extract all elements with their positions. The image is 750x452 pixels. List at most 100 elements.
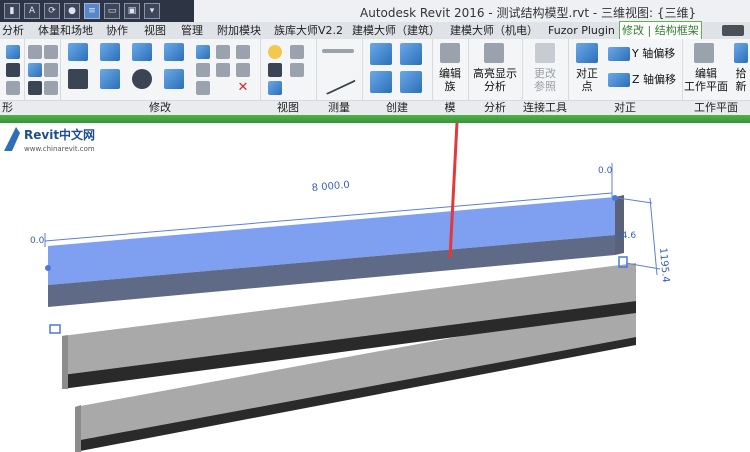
edit-family-button[interactable]: 编辑 族 bbox=[438, 67, 462, 93]
tab-addins[interactable]: 附加模块 bbox=[217, 22, 261, 39]
justification-point-icon[interactable] bbox=[576, 43, 598, 63]
logo-brand: Revit中文网 bbox=[24, 127, 95, 142]
dimension-height-text: 1195.4 bbox=[657, 247, 671, 283]
title-bar: ▮ A ⟳ ● ≡ ▭ ▣ ▾ Autodesk Revit 2016 - 测试… bbox=[0, 0, 750, 23]
mirror-pick-axis-icon[interactable] bbox=[132, 43, 152, 61]
tab-view[interactable]: 视图 bbox=[144, 22, 166, 39]
group-label-mode: 模 bbox=[432, 100, 468, 115]
group-label-view: 视图 bbox=[260, 100, 316, 115]
create-similar-icon[interactable] bbox=[400, 71, 422, 93]
paint-icon[interactable] bbox=[28, 81, 42, 95]
lightbulb-icon[interactable] bbox=[268, 45, 282, 59]
beam-end-grip-right[interactable] bbox=[612, 195, 618, 201]
change-reference-button: 更改 参照 bbox=[534, 67, 556, 93]
select-box-icon[interactable] bbox=[268, 81, 282, 95]
linework-icon[interactable] bbox=[268, 63, 282, 77]
3d-viewport[interactable]: 8 000.0 1195.4 0.0 0.0 54.6 Revit中文网 www… bbox=[0, 123, 750, 452]
tab-modeling-master-arch[interactable]: 建模大师（建筑） bbox=[352, 22, 440, 39]
wall-join-icon[interactable] bbox=[44, 45, 58, 59]
tab-massing-site[interactable]: 体量和场地 bbox=[38, 22, 93, 39]
array-icon[interactable] bbox=[196, 63, 210, 77]
split-face-icon[interactable] bbox=[28, 63, 42, 77]
aligned-dimension-icon[interactable] bbox=[320, 66, 356, 96]
unpin-icon[interactable] bbox=[216, 63, 230, 77]
demolish-icon[interactable] bbox=[44, 81, 58, 95]
open-icon[interactable]: ▮ bbox=[4, 3, 20, 19]
z-offset-icon[interactable] bbox=[608, 73, 630, 87]
cope-icon[interactable] bbox=[28, 45, 42, 59]
quick-access-toolbar: ▮ A ⟳ ● ≡ ▭ ▣ ▾ bbox=[0, 0, 194, 22]
logo-url: www.chinarevit.com bbox=[24, 145, 95, 153]
group-label-connection-tools: 连接工具 bbox=[522, 100, 568, 115]
delete-icon[interactable]: ✕ bbox=[236, 81, 250, 95]
align-icon[interactable] bbox=[68, 43, 88, 61]
tab-analyze[interactable]: 分析 bbox=[2, 22, 24, 39]
override-graphics-icon[interactable] bbox=[290, 63, 304, 77]
pick-new-icon[interactable] bbox=[734, 43, 748, 63]
create-group-icon[interactable] bbox=[370, 71, 392, 93]
scale-icon[interactable] bbox=[196, 81, 210, 95]
split-icon[interactable] bbox=[196, 45, 210, 59]
beam-end-grip-left[interactable] bbox=[45, 265, 51, 271]
edit-family-icon[interactable] bbox=[440, 43, 460, 63]
offset-mid-text: 54.6 bbox=[616, 231, 636, 241]
group-geometry bbox=[24, 39, 61, 115]
offset-right-text: 0.0 bbox=[598, 166, 613, 176]
group-label-justification: 对正 bbox=[568, 100, 682, 115]
pick-new-button[interactable]: 拾 新 bbox=[734, 67, 748, 93]
tab-modeling-master-mep[interactable]: 建模大师（机电） bbox=[450, 22, 538, 39]
tab-modify-structural-framing[interactable]: 修改 | 结构框架 bbox=[619, 21, 702, 39]
contextual-panel-bar bbox=[0, 115, 750, 123]
tab-collaborate[interactable]: 协作 bbox=[106, 22, 128, 39]
move-icon[interactable] bbox=[68, 69, 88, 89]
tab-active-label: 修改 | 结构框架 bbox=[622, 24, 699, 37]
z-offset-button[interactable]: Z 轴偏移 bbox=[632, 73, 676, 86]
tab-family-master[interactable]: 族库大师V2.2 bbox=[274, 22, 343, 39]
trim-extend-icon[interactable] bbox=[164, 69, 184, 89]
group-view: 视图 bbox=[260, 39, 317, 115]
paste-icon[interactable] bbox=[6, 45, 20, 59]
group-label-modify: 修改 bbox=[60, 100, 260, 115]
y-offset-icon[interactable] bbox=[608, 47, 630, 61]
offset-left-text: 0.0 bbox=[30, 236, 45, 246]
group-label-measure: 测量 bbox=[316, 100, 362, 115]
y-offset-button[interactable]: Y 轴偏移 bbox=[632, 47, 675, 60]
trim-icon[interactable] bbox=[236, 63, 250, 77]
group-label-workplane: 工作平面 bbox=[682, 100, 750, 115]
cut-geometry-icon[interactable] bbox=[44, 63, 58, 77]
tab-fuzor-plugin[interactable]: Fuzor Plugin bbox=[548, 22, 615, 39]
mirror-draw-axis-icon[interactable] bbox=[164, 43, 184, 61]
group-label-analysis: 分析 bbox=[468, 100, 522, 115]
drag-handle-left[interactable] bbox=[49, 324, 61, 334]
measure-distance-icon[interactable] bbox=[322, 49, 354, 53]
copy-icon[interactable] bbox=[100, 69, 120, 89]
highlight-analysis-button[interactable]: 高亮显示 分析 bbox=[470, 67, 520, 93]
viewport-svg: 8 000.0 1195.4 0.0 0.0 54.6 bbox=[30, 123, 671, 452]
hide-element-icon[interactable] bbox=[290, 45, 304, 59]
letter-a-icon[interactable]: A bbox=[24, 3, 40, 19]
edit-workplane-icon[interactable] bbox=[694, 43, 714, 63]
create-parts-icon[interactable] bbox=[400, 43, 422, 65]
thin-lines-icon[interactable]: ≡ bbox=[84, 3, 100, 19]
group-modify: ✕ 修改 bbox=[60, 39, 261, 115]
close-views-icon[interactable]: ▭ bbox=[104, 3, 120, 19]
revit-logo: Revit中文网 www.chinarevit.com bbox=[4, 127, 95, 153]
ribbon-options-icon[interactable] bbox=[722, 25, 744, 36]
cut-icon[interactable] bbox=[6, 63, 20, 77]
dot-icon[interactable]: ● bbox=[64, 3, 80, 19]
offset-icon[interactable] bbox=[100, 43, 120, 61]
highlight-analysis-icon[interactable] bbox=[484, 43, 504, 63]
sync-icon[interactable]: ⟳ bbox=[44, 3, 60, 19]
customize-dropdown-icon[interactable]: ▾ bbox=[144, 3, 160, 19]
join-icon[interactable] bbox=[6, 81, 20, 95]
edit-workplane-button[interactable]: 编辑 工作平面 bbox=[684, 67, 728, 93]
switch-windows-icon[interactable]: ▣ bbox=[124, 3, 140, 19]
tab-manage[interactable]: 管理 bbox=[181, 22, 203, 39]
lock-icon[interactable] bbox=[236, 45, 250, 59]
group-mode: 编辑 族 模 bbox=[432, 39, 469, 115]
create-assembly-icon[interactable] bbox=[370, 43, 392, 65]
group-analysis: 高亮显示 分析 分析 bbox=[468, 39, 523, 115]
rotate-icon[interactable] bbox=[132, 69, 152, 89]
pin-icon[interactable] bbox=[216, 45, 230, 59]
justification-point-button[interactable]: 对正 点 bbox=[572, 67, 602, 93]
